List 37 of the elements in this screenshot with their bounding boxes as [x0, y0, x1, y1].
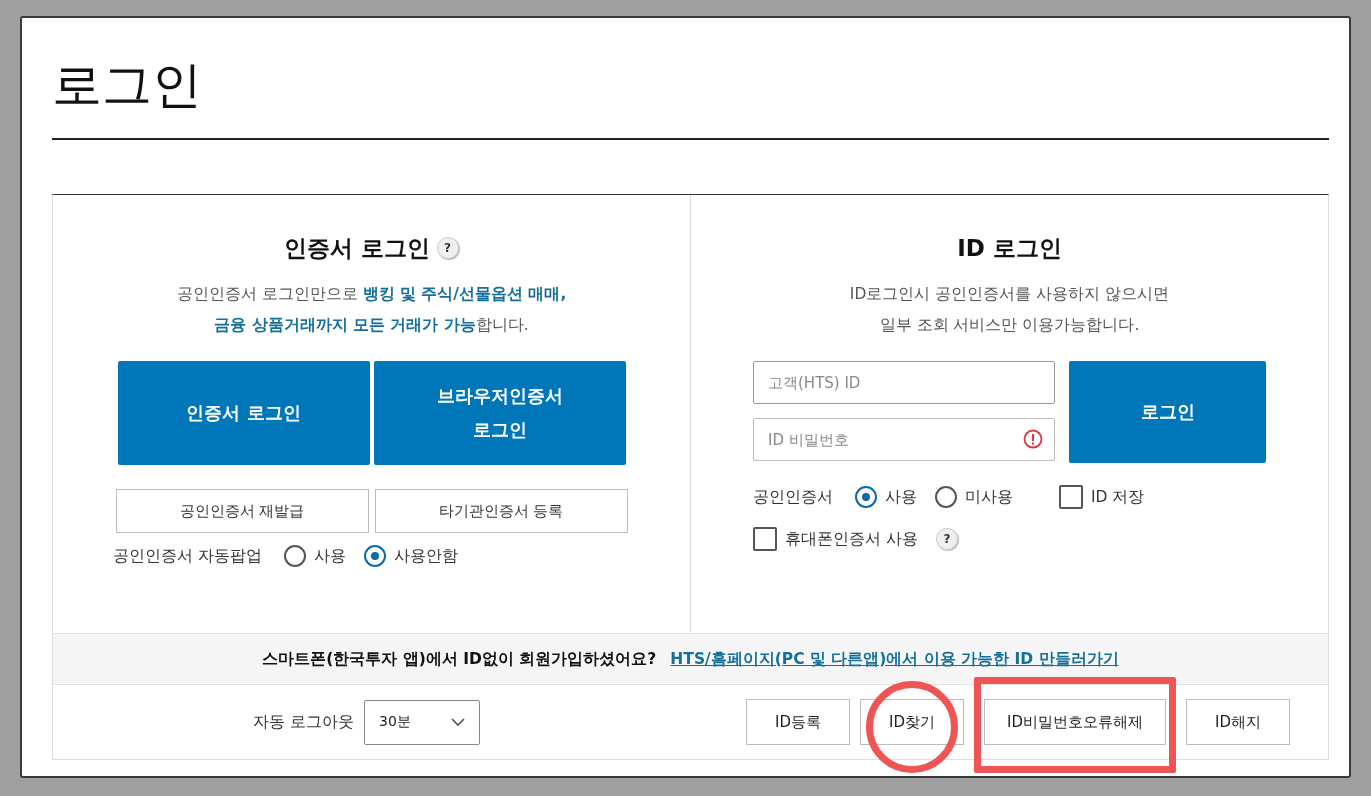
radio-button[interactable] [935, 486, 957, 508]
section-title: 인증서 로그인 [284, 233, 431, 263]
warning-icon [1023, 429, 1043, 449]
password-field[interactable]: ID 비밀번호 [753, 418, 1055, 461]
signup-link[interactable]: HTS/홈페이지(PC 및 다른앱)에서 이용 가능한 ID 만들러가기 [670, 648, 1119, 670]
notice-text: 스마트폰(한국투자 앱)에서 ID없이 회원가입하셨어요? [262, 648, 657, 670]
checkbox-label: ID 저장 [1091, 486, 1145, 508]
checkbox[interactable] [753, 527, 777, 551]
checkbox[interactable] [1059, 485, 1083, 509]
radio-label: 사용 [885, 486, 917, 508]
login-button[interactable]: 브라우저인증서 로그인 [373, 361, 626, 465]
cert-button[interactable]: 타기관인증서 등록 [374, 489, 628, 533]
page-title: 로그인 [52, 55, 203, 116]
help-icon[interactable]: ? [436, 237, 459, 259]
radio-button[interactable] [363, 545, 386, 567]
login-button[interactable]: 로그인 [1069, 361, 1266, 463]
radio-button[interactable] [855, 486, 877, 508]
radio-label: 사용안함 [393, 545, 458, 567]
id-field[interactable]: 고객(HTS) ID [753, 361, 1055, 404]
cert-label: 공인인증서 [753, 486, 833, 508]
description-text: 공인인증서 로그인만으로 뱅킹 및 주식/선물옵션 매매, 금융 상품거래까지 모든 거래가 가능합니다. [176, 284, 567, 336]
auto-logout-label: 자동 로그아웃 [253, 711, 355, 733]
id-button[interactable]: ID비밀번호오류해제 [984, 699, 1166, 745]
logout-time-select[interactable]: 30분 [364, 699, 481, 745]
checkbox-label: 휴대폰인증서 사용 [785, 528, 918, 550]
cert-button[interactable]: 공인인증서 재발급 [115, 489, 369, 533]
description-text: ID로그인시 공인인증서를 사용하지 않으시면 일부 조회 서비스만 이용가능합니다. [849, 284, 1170, 336]
id-button[interactable]: ID해지 [1186, 699, 1290, 745]
help-icon[interactable]: ? [935, 528, 958, 550]
popup-label: 공인인증서 자동팝업 [113, 545, 262, 567]
radio-label: 미사용 [965, 486, 1013, 508]
chevron-down-icon [451, 717, 466, 727]
radio-label: 사용 [313, 545, 346, 567]
radio-button[interactable] [283, 545, 306, 567]
id-button[interactable]: ID등록 [746, 699, 850, 745]
section-title: ID 로그인 [957, 233, 1062, 263]
login-button[interactable]: 인증서 로그인 [117, 361, 370, 465]
